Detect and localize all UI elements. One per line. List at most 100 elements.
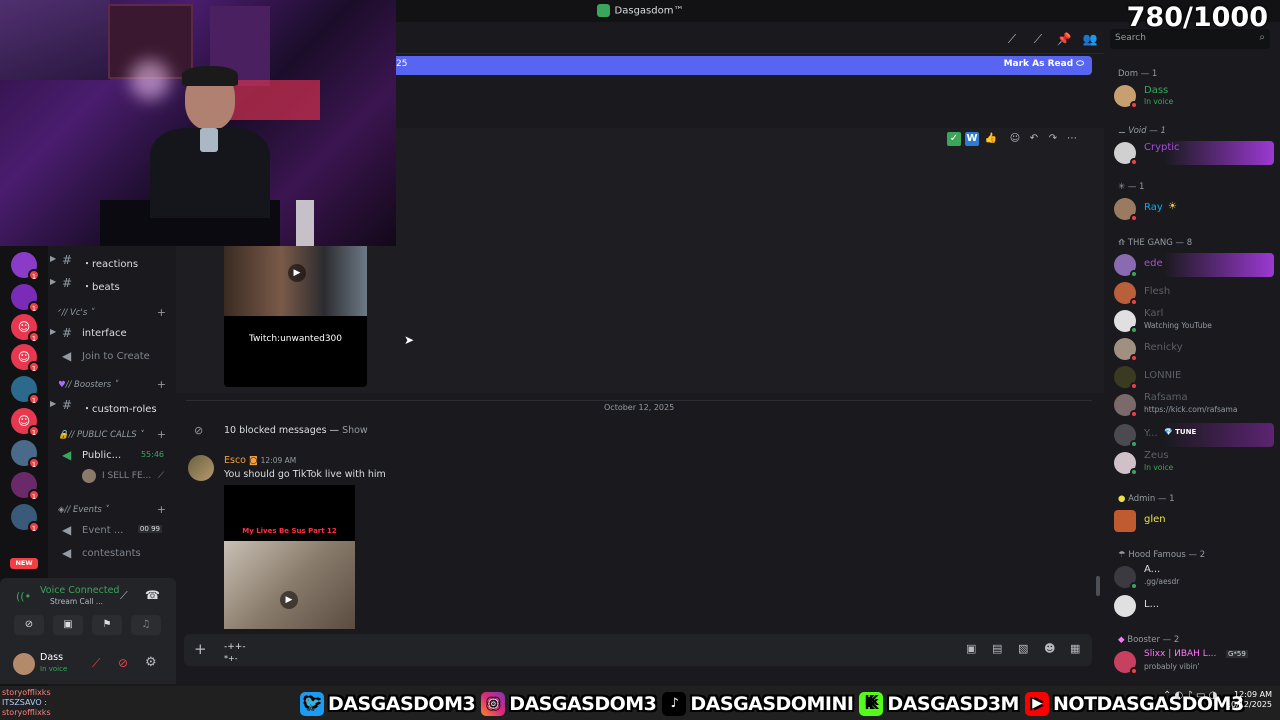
channel-interface[interactable]: ▶ # interface <box>50 325 176 343</box>
channel-join-to-create[interactable]: ◀ Join to Create <box>52 348 176 366</box>
discord-server-icon[interactable]: ☺ 1 <box>11 344 40 373</box>
sticker-icon[interactable]: ▧ <box>1018 642 1028 655</box>
video-embed[interactable]: ▶ Twitch:unwanted300 <box>224 246 367 387</box>
tray-icons[interactable]: ⌃ ◐ ♪ ▭ ◑ <box>1163 690 1217 701</box>
server-icon[interactable]: 1 <box>11 284 40 313</box>
add-channel-icon[interactable]: + <box>157 306 166 319</box>
channel-event[interactable]: ◀ Event ... 00 99 <box>52 522 176 540</box>
member-item[interactable]: Rafsama https://kick.com/rafsama <box>1114 392 1278 418</box>
voice-channel[interactable]: Stream Call ... <box>50 597 103 606</box>
add-reaction-icon[interactable]: ☺ <box>1008 132 1022 146</box>
mouse-cursor-icon: ➤ <box>404 333 415 347</box>
voice-user[interactable]: I SELL FE... ⟋ <box>52 468 176 486</box>
blocked-messages-row: 10 blocked messages — Show <box>224 425 368 436</box>
discord-server-icon[interactable]: ☺ 1 <box>11 314 40 343</box>
member-item[interactable]: Cryptic <box>1114 140 1278 166</box>
emoji-icon[interactable]: ☻ <box>1044 642 1055 655</box>
message-header: Esco ◙ 12:09 AM <box>224 455 296 466</box>
member-item[interactable]: Y... 💎 TUNE <box>1114 422 1278 448</box>
discord-server-icon[interactable]: ☺ 1 <box>11 408 40 437</box>
thumbs-up-reaction-icon[interactable]: 👍 <box>984 132 998 146</box>
category-public-calls[interactable]: 🔒// PUBLIC CALLS ˅ + <box>58 428 176 444</box>
social-handles: 🐦 DASGASDOM3 ◎ DASGASDOM3 ♪ DASGASDOMINI KD… <box>300 688 1244 720</box>
add-channel-icon[interactable]: + <box>157 503 166 516</box>
blocked-icon: ⊘ <box>194 424 204 437</box>
author-avatar[interactable] <box>188 455 214 481</box>
member-item[interactable]: LONNIE <box>1114 364 1278 390</box>
category-events[interactable]: ◈// Events ˅ + <box>58 503 176 519</box>
threads-icon[interactable]: ⟋ <box>1004 32 1020 46</box>
channel-public[interactable]: ◀ Public... 55:46 <box>52 447 176 465</box>
add-channel-icon[interactable]: + <box>157 378 166 391</box>
soundboard-button[interactable]: ♫ <box>131 615 161 635</box>
member-item[interactable]: Karl Watching YouTube <box>1114 308 1278 334</box>
member-item[interactable]: A... .gg/aesdr <box>1114 564 1278 590</box>
mute-icon[interactable]: ⟋ <box>92 656 100 671</box>
add-channel-icon[interactable]: + <box>157 428 166 441</box>
server-icon[interactable]: 1 <box>11 472 40 501</box>
settings-gear-icon[interactable]: ⚙ <box>145 655 157 670</box>
member-item[interactable]: Slixx | ИВАН L... G*59 probably vibin' <box>1114 649 1278 675</box>
channel-beats[interactable]: ▶ # ・beats <box>50 275 176 293</box>
scrollbar[interactable] <box>1096 576 1100 596</box>
member-item[interactable]: L... <box>1114 593 1278 619</box>
check-reaction-icon[interactable]: ✓ <box>947 132 961 146</box>
chevron-right-icon: ▶ <box>50 254 57 263</box>
gif-icon[interactable]: ▤ <box>992 642 1002 655</box>
member-item[interactable]: ede <box>1114 252 1278 278</box>
avatar <box>1114 566 1138 590</box>
member-item[interactable]: Renicky <box>1114 336 1278 362</box>
social-twitter: 🐦 DASGASDOM3 <box>300 692 476 716</box>
member-item[interactable]: Ray ☀ <box>1114 196 1278 222</box>
tiktok-embed[interactable]: My Lives Be Sus Part 12 ▶ <box>224 485 355 629</box>
channel-reactions[interactable]: ▶ # ・reactions <box>50 252 176 270</box>
message-composer[interactable]: + -++- *+- ▣ ▤ ▧ ☻ ▦ <box>184 634 1092 666</box>
channel-contestants[interactable]: ◀ contestants <box>52 545 176 563</box>
camera-off-button[interactable]: ⊘ <box>14 615 44 635</box>
more-options-icon[interactable]: ⋯ <box>1065 132 1079 146</box>
youtube-icon: ▶ <box>1024 692 1049 716</box>
notification-settings-icon[interactable]: ⟋ <box>1030 32 1046 46</box>
chevron-right-icon: ▶ <box>50 399 57 408</box>
pin-icon[interactable]: 📌 <box>1056 32 1072 46</box>
group-header: ✳ — 1 <box>1118 182 1145 192</box>
gift-icon[interactable]: ▣ <box>966 642 976 655</box>
screen-share-button[interactable]: ▣ <box>53 615 83 635</box>
channel-list: ▶ # ・reactions ▶ # ・beats ᐟ// Vc's ˅ + ▶ # inte… <box>48 246 176 578</box>
server-icon[interactable]: 1 <box>11 504 40 533</box>
mark-as-read-button[interactable]: Mark As Read ⬭ <box>1004 59 1084 69</box>
w-reaction-icon[interactable]: W <box>965 132 979 146</box>
member-item[interactable]: Dass In voice <box>1114 83 1278 109</box>
deafen-icon[interactable]: ⊘ <box>118 656 128 670</box>
play-icon[interactable]: ▶ <box>280 591 298 609</box>
member-list-icon[interactable]: 👥 <box>1082 32 1098 46</box>
composer-text-line2: *+- <box>224 654 238 663</box>
apps-icon[interactable]: ▦ <box>1070 642 1080 655</box>
server-icon <box>596 4 610 17</box>
play-icon[interactable]: ▶ <box>288 264 306 282</box>
avatar[interactable] <box>13 653 35 675</box>
forward-icon[interactable]: ↷ <box>1046 132 1060 146</box>
speaker-icon: ◀ <box>62 349 72 363</box>
member-item[interactable]: glen <box>1114 508 1278 534</box>
channel-custom-roles[interactable]: ▶ # ・custom-roles <box>50 397 176 415</box>
new-messages-banner[interactable]: 25 Mark As Read ⬭ <box>396 56 1092 75</box>
disconnect-icon[interactable]: ☎ <box>145 588 160 602</box>
noise-suppression-icon[interactable]: ⟋ <box>120 589 128 603</box>
author-name[interactable]: Esco <box>224 455 246 466</box>
message-time: 12:09 AM <box>260 456 297 465</box>
server-icon[interactable]: 1 <box>11 376 40 405</box>
activity-button[interactable]: ⚑ <box>92 615 122 635</box>
server-icon[interactable]: 1 <box>11 440 40 469</box>
category-boosters[interactable]: ♥// Boosters ˅ + <box>58 378 176 394</box>
avatar <box>1114 338 1138 362</box>
text-channel-icon: # <box>62 326 73 340</box>
category-vcs[interactable]: ᐟ// Vc's ˅ + <box>58 306 176 322</box>
show-blocked-link[interactable]: Show <box>342 425 368 436</box>
member-item[interactable]: Zeus In voice <box>1114 450 1278 476</box>
server-icon[interactable]: 1 <box>11 252 40 281</box>
reply-icon[interactable]: ↶ <box>1027 132 1041 146</box>
composer-text: -++- <box>224 642 246 652</box>
attach-plus-icon[interactable]: + <box>194 640 207 658</box>
member-item[interactable]: Flesh <box>1114 280 1278 306</box>
